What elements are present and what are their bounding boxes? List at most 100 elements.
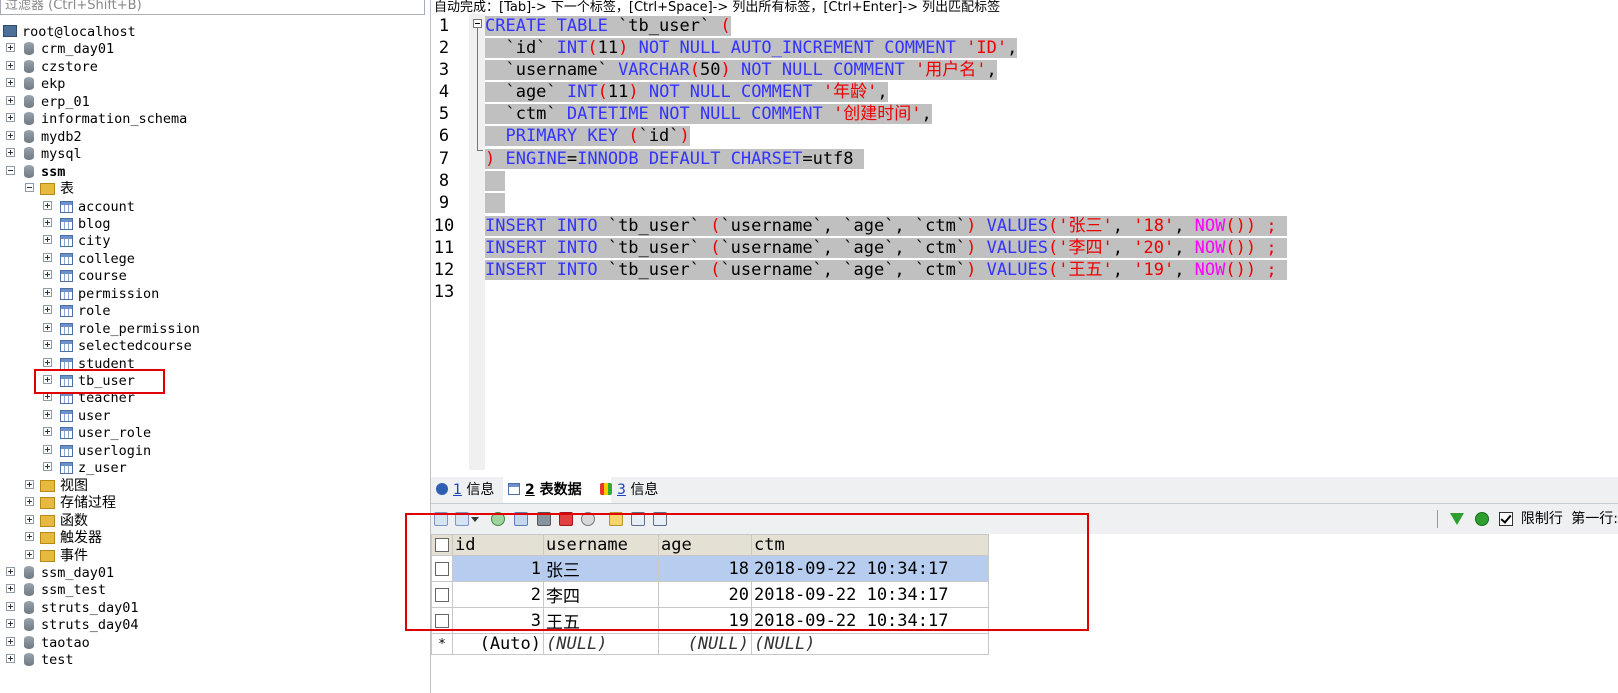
expand-icon[interactable] [25,532,34,542]
tree-db-row[interactable]: mydb2 [0,128,425,146]
tree-table-row[interactable]: city [0,232,425,250]
fold-toggle-icon[interactable] [473,19,482,28]
expand-icon[interactable] [43,287,52,297]
tree-db-open-row[interactable]: ssm [0,163,425,181]
tab-label: 信息 [466,482,495,498]
tree-table-row[interactable]: blog [0,215,425,233]
tree-table-row[interactable]: college [0,250,425,268]
code-line-4[interactable]: `age` INT(11) NOT NULL COMMENT '年龄', [485,81,888,103]
tree-db-row[interactable]: struts_day04 [0,616,425,634]
tree-folder-row[interactable]: 视图 [0,477,425,495]
expand-icon[interactable] [6,78,15,88]
tree-table-row[interactable]: user [0,407,425,425]
tree-db-row[interactable]: mysql [0,145,425,163]
tree-db-row[interactable]: czstore [0,58,425,76]
expand-icon[interactable] [6,636,15,646]
sql-editor[interactable]: 自动完成：[Tab]-> 下一个标签，[Ctrl+Space]-> 列出所有标签… [431,0,1618,470]
tree-folder-row[interactable]: 存储过程 [0,494,425,512]
cell-age[interactable]: (NULL) [658,633,752,655]
tree-table-row[interactable]: z_user [0,459,425,477]
expand-icon[interactable] [43,270,52,280]
code-line-5[interactable]: `ctm` DATETIME NOT NULL COMMENT '创建时间', [485,103,932,125]
code-line-7[interactable]: ) ENGINE=INNODB DEFAULT CHARSET=utf8 [485,148,864,170]
tree-db-row[interactable]: information_schema [0,110,425,128]
code-line-6[interactable]: PRIMARY KEY (`id`) [485,125,690,147]
tree-db-row[interactable]: ssm_test [0,581,425,599]
expand-icon[interactable] [6,619,15,629]
expand-icon[interactable] [43,200,52,210]
limit-checkbox[interactable] [1499,512,1514,526]
code-line-8[interactable] [485,170,506,192]
collapse-icon[interactable] [6,165,15,175]
expand-icon[interactable] [43,444,52,454]
tree-table-row[interactable]: user_role [0,424,425,442]
expand-icon[interactable] [43,235,52,245]
expand-icon[interactable] [43,340,52,350]
expand-icon[interactable] [6,584,15,594]
code-line-2[interactable]: `id` INT(11) NOT NULL AUTO_INCREMENT COM… [485,37,1018,59]
tree-table-row[interactable]: selectedcourse [0,337,425,355]
expand-icon[interactable] [43,427,52,437]
filter-input[interactable]: 过滤器 (Ctrl+Shift+B) [0,0,425,15]
code-line-12[interactable]: INSERT INTO `tb_user` (`username`, `age`… [485,259,1287,281]
tree-db-row[interactable]: ssm_day01 [0,564,425,582]
expand-icon[interactable] [6,43,15,53]
expand-icon[interactable] [25,497,34,507]
line-number: 1 [438,16,450,36]
expand-icon[interactable] [6,113,15,123]
expand-icon[interactable] [43,462,52,472]
tree-db-row[interactable]: struts_day01 [0,599,425,617]
expand-icon[interactable] [25,479,34,489]
expand-icon[interactable] [6,601,15,611]
expand-icon[interactable] [43,217,52,227]
tree-label: ssm_day01 [41,564,115,581]
expand-icon[interactable] [43,409,52,419]
tree-folder-row[interactable]: 触发器 [0,529,425,547]
new-row[interactable]: * (Auto) (NULL) (NULL) (NULL) [431,633,989,655]
tree-root-row[interactable]: root@localhost [0,23,425,41]
refresh-icon[interactable] [1474,512,1489,526]
tree-db-row[interactable]: taotao [0,634,425,652]
table-icon [60,444,73,457]
tree-folder-row[interactable]: 事件 [0,547,425,565]
code-line-11[interactable]: INSERT INTO `tb_user` (`username`, `age`… [485,237,1287,259]
tree-db-row[interactable]: crm_day01 [0,40,425,58]
tree-db-row[interactable]: test [0,651,425,669]
expand-icon[interactable] [6,95,15,105]
table-icon [60,340,73,353]
code-line-1[interactable]: CREATE TABLE `tb_user` ( [485,15,731,37]
tree-table-row[interactable]: permission [0,285,425,303]
expand-icon[interactable] [6,654,15,664]
expand-icon[interactable] [6,148,15,158]
expand-icon[interactable] [43,322,52,332]
folder-icon [40,497,55,510]
expand-icon[interactable] [43,305,52,315]
expand-icon[interactable] [25,514,34,524]
cell-username[interactable]: (NULL) [543,633,659,655]
object-browser: 过滤器 (Ctrl+Shift+B) root@localhost crm_day… [0,0,431,693]
expand-icon[interactable] [43,357,52,367]
expand-icon[interactable] [6,130,15,140]
tree-table-row[interactable]: course [0,267,425,285]
tree-table-row[interactable]: userlogin [0,442,425,460]
code-line-10[interactable]: INSERT INTO `tb_user` (`username`, `age`… [485,215,1287,237]
filter-icon[interactable] [1450,513,1465,525]
tree-table-row[interactable]: account [0,198,425,216]
tab-info-3[interactable]: 3 信息 [595,477,683,503]
cell-id[interactable]: (Auto) [452,633,544,655]
table-icon [60,270,73,283]
tree-db-row[interactable]: ekp [0,75,425,93]
expand-icon[interactable] [6,60,15,70]
tree-folder-tables-row[interactable]: 表 [0,180,425,198]
tree-table-row[interactable]: role [0,302,425,320]
tree-table-row[interactable]: role_permission [0,320,425,338]
code-line-9[interactable] [485,192,506,214]
expand-icon[interactable] [6,566,15,576]
expand-icon[interactable] [25,549,34,559]
code-line-3[interactable]: `username` VARCHAR(50) NOT NULL COMMENT … [485,59,997,81]
tree-db-row[interactable]: erp_01 [0,93,425,111]
collapse-icon[interactable] [25,183,34,193]
cell-ctm[interactable]: (NULL) [751,633,989,655]
expand-icon[interactable] [43,252,52,262]
tree-folder-row[interactable]: 函数 [0,512,425,530]
